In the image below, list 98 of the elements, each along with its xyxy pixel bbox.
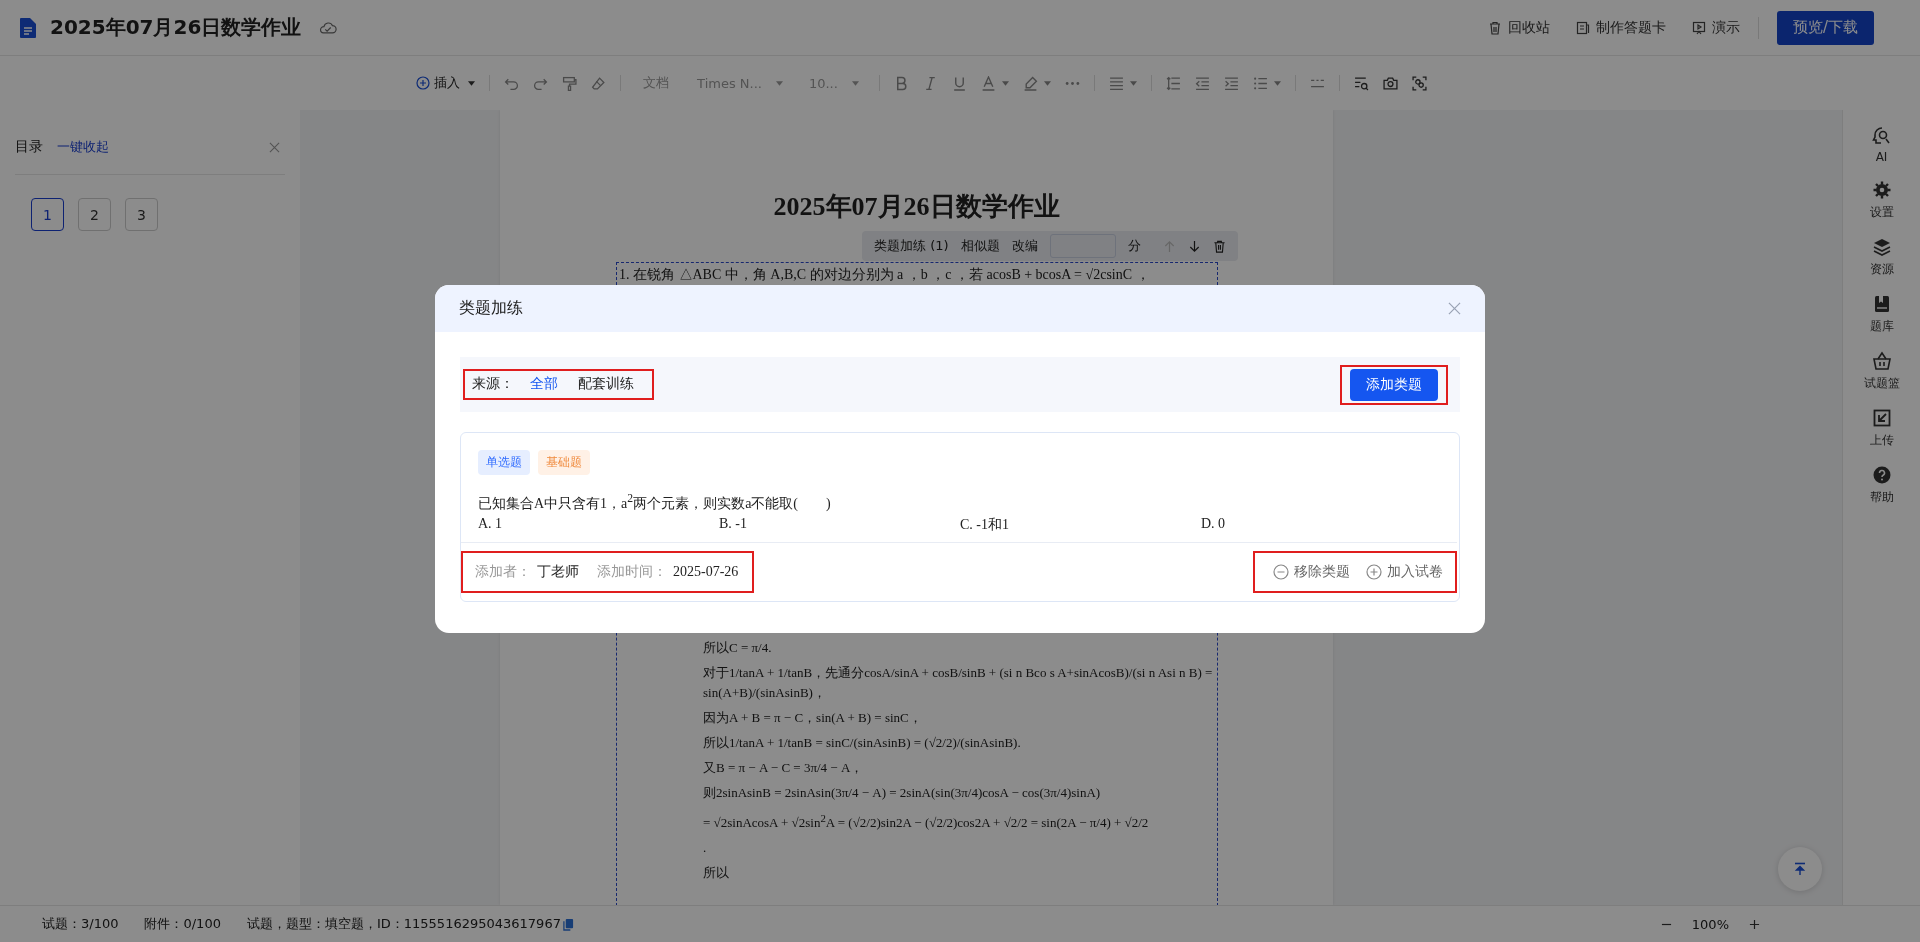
collapse-all-link[interactable]: 一键收起 (57, 138, 109, 156)
caret-icon (851, 80, 859, 86)
side-tool-button[interactable]: 资源 (1851, 237, 1912, 278)
insert-menu-button[interactable]: 插入 (416, 74, 476, 92)
solution-line: . (702, 839, 708, 858)
plus-circle-icon (1366, 563, 1382, 580)
add-similar-button[interactable]: 添加类题 (1350, 368, 1438, 401)
side-tool-button[interactable]: 题库 (1851, 294, 1912, 335)
highlighter-icon[interactable] (1022, 75, 1038, 91)
basket-icon (1871, 351, 1892, 371)
layers-icon (1871, 237, 1892, 257)
document-title: 2025年07月26日数学作业 (50, 14, 302, 41)
move-up-icon[interactable] (1162, 239, 1176, 253)
zoom-in-icon[interactable] (1749, 918, 1760, 930)
caret-icon[interactable] (1129, 80, 1137, 86)
caret-icon[interactable] (1001, 80, 1009, 86)
document-icon (20, 17, 36, 38)
header-action-button[interactable]: 制作答题卡 (1575, 18, 1666, 37)
solution-line: 又B = π − A − C = 3π/4 − A， (702, 759, 865, 777)
answer-sheet-icon (1575, 20, 1590, 35)
trash-icon (1487, 20, 1502, 35)
question-text: 已知集合A中只含有1，a$^{2}$两个元素，则实数a不能取( ) (477, 491, 832, 513)
page-number-button[interactable]: 2 (78, 198, 111, 231)
side-tool-button[interactable]: 上传 (1851, 408, 1912, 449)
caret-icon[interactable] (1273, 80, 1281, 86)
document-heading: 2025年07月26日数学作业 (772, 191, 1061, 222)
question-tag: 单选题 (478, 450, 530, 475)
dialog-title: 类题加练 (459, 298, 523, 319)
side-tool-button[interactable]: 设置 (1851, 180, 1912, 221)
question-tag: 基础题 (538, 450, 590, 475)
question-tool-button[interactable]: 相似题 (960, 237, 1000, 255)
solution-line: 因为A + B = π − C，sin(A + B) = sinC， (702, 709, 923, 727)
delete-icon[interactable] (1212, 239, 1226, 253)
question-info: 试题，题型：填空题，ID：1155516295043617967 (246, 915, 561, 933)
caret-icon[interactable] (1043, 80, 1051, 86)
camera-icon[interactable] (1382, 75, 1398, 91)
solution-line: 所以 (702, 864, 730, 883)
copy-icon[interactable] (562, 917, 574, 931)
close-icon[interactable] (269, 141, 280, 153)
move-down-icon[interactable] (1187, 239, 1201, 253)
zoom-level: 100% (1691, 916, 1729, 932)
source-option[interactable]: 配套训练 (578, 375, 634, 393)
solution-line: 所以C = π/4. (702, 639, 773, 657)
adder-label: 添加者： (475, 562, 531, 581)
close-icon[interactable] (1448, 302, 1461, 315)
added-time-label: 添加时间： (597, 562, 667, 581)
solution-line: 对于1/tanA + 1/tanB，先通分cosA/sinA + cosB/sinB + (si n Bco s A+sinAcosB)/(si n Asi n B) = sin(A+B)/(sinAsinB)， (702, 664, 1214, 702)
help-icon (1871, 465, 1892, 485)
attachment-count: 附件：0/100 (144, 915, 221, 933)
robot-head-icon (1871, 126, 1892, 146)
back-to-top-button[interactable] (1778, 847, 1822, 891)
answer-option: D. 0 (1201, 515, 1442, 534)
page-number-button[interactable]: 1 (31, 198, 64, 231)
answer-option: B. -1 (719, 515, 960, 534)
question-text: 1. 在锐角 △ABC 中，角 A,B,C 的对边分别为 a ，b ，c ，若 acosB + bcosA = √2csinC ， (619, 266, 1151, 284)
add-to-paper-button[interactable]: 加入试卷 (1366, 562, 1443, 581)
minus-circle-icon (1273, 563, 1289, 580)
solution-line: 则2sinAsinB = 2sinAsin(3π/4 − A) = 2sinA(sin(3π/4)cosA − cos(3π/4)sinA) (702, 784, 1102, 802)
source-label: 来源： (472, 375, 514, 393)
format-painter-icon[interactable] (562, 75, 578, 91)
line-spacing-icon[interactable] (1165, 75, 1181, 91)
answer-option: A. 1 (478, 515, 719, 534)
plus-circle-icon (416, 76, 431, 90)
caret-icon (775, 80, 783, 86)
indent-decrease-icon[interactable] (1194, 75, 1210, 91)
solution-line: = √2sinAcosA + √2sin$^{2}$A = (√2/2)sin2A − (√2/2)cos2A + √2/2 = sin(2A − π/4) + √2/2 (702, 811, 1150, 833)
arrow-up-icon (1793, 862, 1807, 876)
cloud-icon[interactable] (319, 21, 338, 34)
added-time: 2025-07-26 (673, 563, 739, 580)
toc-title: 目录 (15, 138, 43, 156)
side-tool-button[interactable]: AI (1851, 126, 1912, 164)
align-icon[interactable] (1108, 75, 1124, 91)
question-tool-button[interactable]: 改编 (1011, 237, 1038, 255)
page-number-button[interactable]: 3 (125, 198, 158, 231)
list-icon[interactable] (1252, 75, 1268, 91)
indent-increase-icon[interactable] (1223, 75, 1239, 91)
eraser-icon[interactable] (591, 75, 607, 91)
caret-icon (468, 80, 476, 86)
upload-icon (1871, 408, 1892, 428)
underline-icon[interactable] (951, 75, 967, 91)
header-action-button[interactable]: 回收站 (1487, 18, 1550, 37)
question-count: 试题：3/100 (42, 915, 119, 933)
score-unit: 分 (1127, 237, 1141, 255)
source-option[interactable]: 全部 (530, 375, 558, 393)
scan-icon[interactable] (1411, 75, 1427, 91)
side-tool-button[interactable]: 帮助 (1851, 465, 1912, 506)
font-color-icon[interactable] (980, 75, 996, 91)
question-tool-button[interactable]: 类题加练 (1) (874, 237, 949, 255)
search-icon[interactable] (1353, 75, 1369, 91)
remove-similar-button[interactable]: 移除类题 (1273, 562, 1350, 581)
answer-option: C. -1和1 (960, 515, 1201, 534)
preview-download-button[interactable]: 预览/下载 (1776, 10, 1874, 45)
side-tool-button[interactable]: 试题篮 (1851, 351, 1912, 392)
solution-line: 所以1/tanA + 1/tanB = sinC/(sinAsinB) = (√2/2)/(sinAsinB). (702, 734, 1022, 752)
presentation-icon (1691, 20, 1706, 35)
settings-icon (1871, 180, 1892, 200)
adder-name: 丁老师 (537, 562, 579, 581)
header-action-button[interactable]: 演示 (1691, 18, 1740, 37)
